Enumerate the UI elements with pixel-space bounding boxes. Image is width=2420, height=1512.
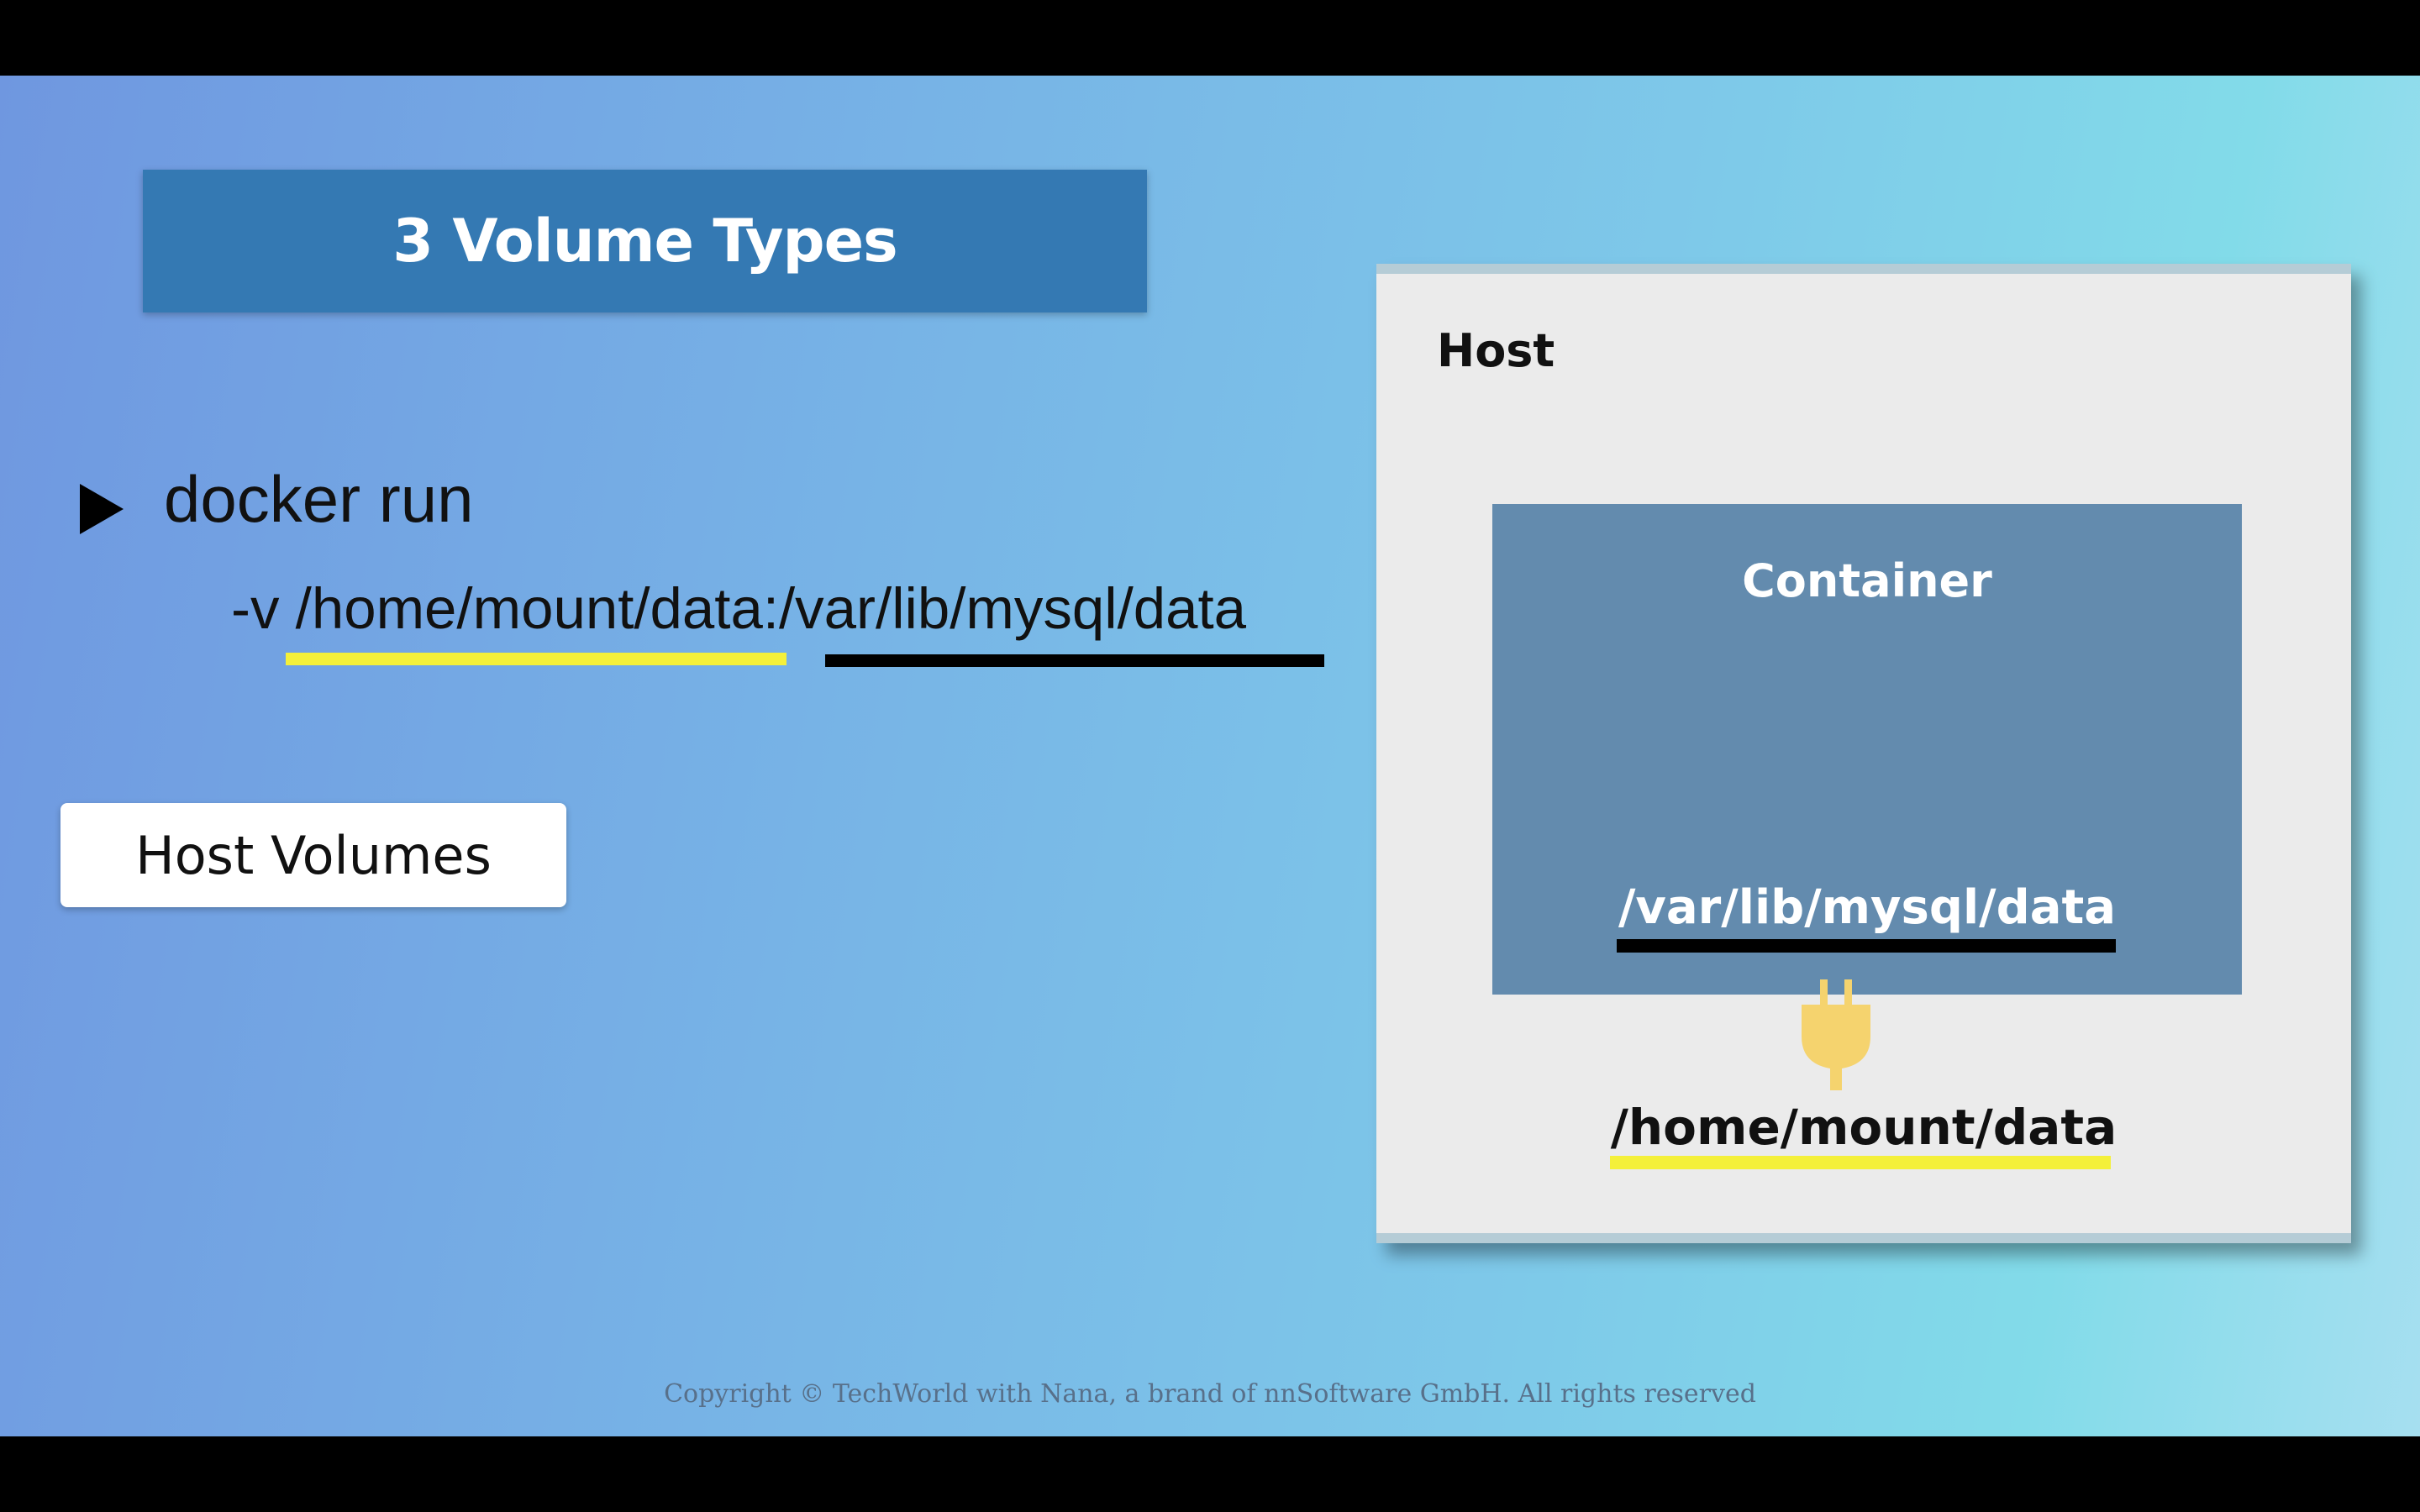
plug-icon <box>1802 979 1870 1090</box>
host-mount-path-underline <box>1610 1156 2111 1169</box>
host-label: Host <box>1437 324 1555 377</box>
container-path-underline <box>825 654 1324 667</box>
command-separator: : <box>762 576 780 641</box>
command-volume-flag: -v /home/mount/data:/var/lib/mysql/data <box>231 580 1246 638</box>
command-flag: -v <box>231 576 296 641</box>
host-path-underline <box>286 653 786 665</box>
container-mount-path: /var/lib/mysql/data <box>1618 880 2117 935</box>
container-mount-path-underline <box>1617 939 2116 953</box>
slide-title: 3 Volume Types <box>143 170 1147 312</box>
volume-type-label: Host Volumes <box>60 803 566 907</box>
container-box: Container /var/lib/mysql/data <box>1492 504 2242 995</box>
command-host-path: /home/mount/data <box>295 576 763 641</box>
command-run: docker run <box>164 462 474 536</box>
host-mount-path: /home/mount/data <box>1610 1099 2118 1156</box>
copyright-footer: Copyright © TechWorld with Nana, a brand… <box>664 1379 1756 1409</box>
bullet-arrow-icon <box>80 484 124 534</box>
command-container-path: /var/lib/mysql/data <box>779 576 1247 641</box>
host-box: Host Container /var/lib/mysql/data /home… <box>1376 264 2351 1243</box>
container-label: Container <box>1742 554 1992 607</box>
slide: 3 Volume Types docker run -v /home/mount… <box>0 76 2420 1436</box>
